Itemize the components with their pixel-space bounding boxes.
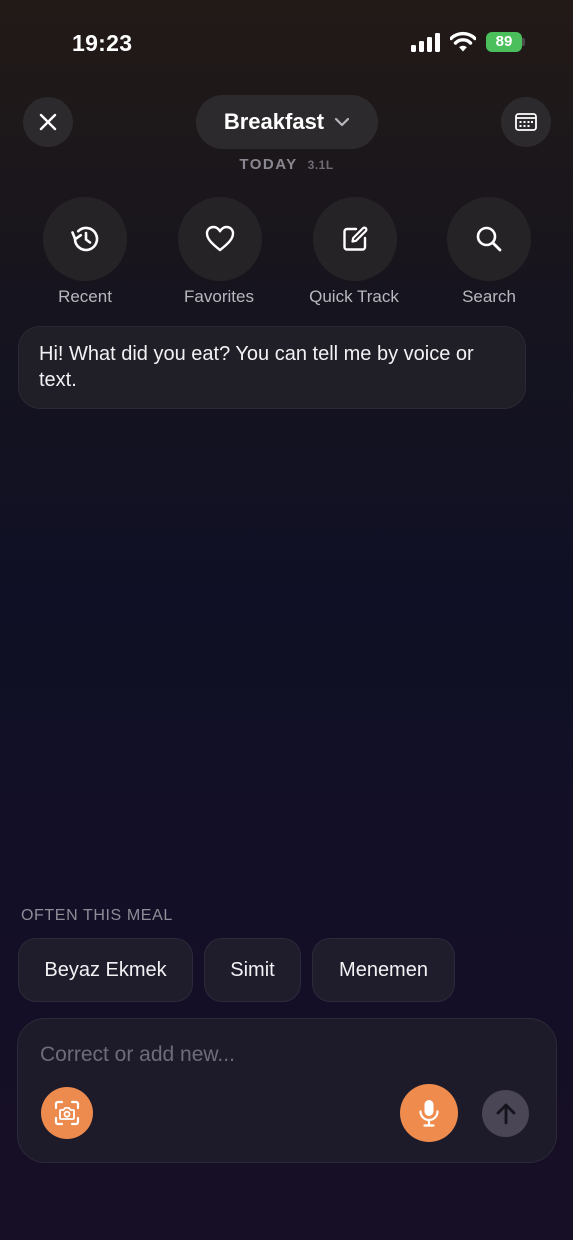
camera-scan-icon (54, 1100, 80, 1126)
date-label: TODAY (239, 156, 298, 173)
search-label: Search (462, 287, 516, 306)
battery-icon: 89 (486, 32, 522, 52)
recent-label: Recent (58, 287, 112, 306)
search-icon (476, 226, 502, 252)
suggestion-chip-label: Beyaz Ekmek (44, 958, 167, 981)
history-icon (71, 226, 99, 252)
quick-track-button[interactable] (313, 197, 397, 281)
message-input[interactable] (40, 1038, 460, 1072)
favorites-button[interactable] (178, 197, 262, 281)
signal-icon (411, 33, 440, 52)
calendar-button[interactable] (501, 97, 551, 147)
close-icon (39, 113, 57, 131)
wifi-icon (450, 31, 476, 52)
favorites-label: Favorites (184, 287, 254, 306)
chevron-down-icon (335, 117, 350, 127)
often-this-meal-heading: OFTEN THIS MEAL (21, 907, 173, 924)
camera-button[interactable] (41, 1087, 93, 1139)
suggestion-chip-menemen[interactable]: Menemen (312, 938, 455, 1002)
water-value: 3.1L (307, 158, 334, 172)
battery-level: 89 (495, 33, 513, 50)
status-time: 19:23 (72, 30, 133, 56)
microphone-button[interactable] (400, 1084, 458, 1142)
calendar-icon (515, 113, 537, 131)
assistant-message: Hi! What did you eat? You can tell me by… (18, 326, 526, 409)
meal-title: Breakfast (223, 109, 325, 134)
suggestion-chip-label: Simit (230, 958, 275, 981)
suggestion-chip-beyaz-ekmek[interactable]: Beyaz Ekmek (18, 938, 193, 1002)
send-button[interactable] (482, 1090, 529, 1137)
search-button[interactable] (447, 197, 531, 281)
recent-button[interactable] (43, 197, 127, 281)
close-button[interactable] (23, 97, 73, 147)
suggestion-chip-label: Menemen (339, 958, 428, 981)
battery-cap (522, 38, 525, 46)
meal-selector-button[interactable]: Breakfast (196, 95, 378, 149)
suggestion-chip-simit[interactable]: Simit (204, 938, 301, 1002)
heart-icon (205, 225, 235, 252)
edit-icon (343, 226, 368, 251)
quick-track-label: Quick Track (309, 287, 399, 306)
date-summary: TODAY 3.1L (0, 156, 573, 178)
arrow-up-icon (496, 1103, 515, 1124)
microphone-icon (419, 1100, 439, 1127)
